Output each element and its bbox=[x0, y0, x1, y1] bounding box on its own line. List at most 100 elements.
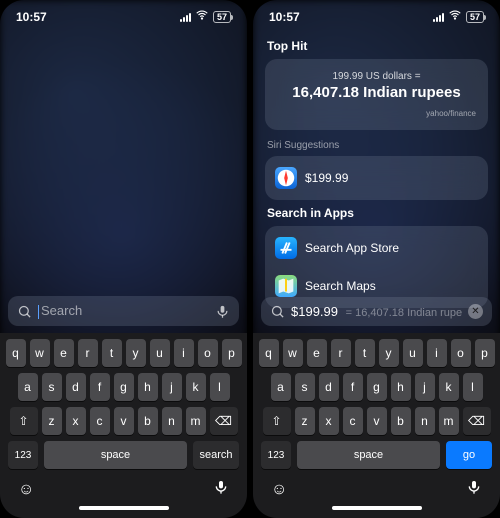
siri-suggestion-item[interactable]: $199.99 bbox=[269, 160, 484, 196]
search-hint: = 16,407.18 Indian rupees bbox=[346, 307, 462, 319]
search-key[interactable]: search bbox=[193, 441, 239, 469]
key-y[interactable]: y bbox=[379, 339, 399, 367]
key-p[interactable]: p bbox=[222, 339, 242, 367]
search-app-store-item[interactable]: Search App Store bbox=[269, 230, 484, 266]
keyboard-row-2: asdfghjkl bbox=[4, 373, 243, 401]
key-k[interactable]: k bbox=[439, 373, 459, 401]
battery-icon: 57 bbox=[213, 11, 231, 23]
top-hit-card[interactable]: 199.99 US dollars = 16,407.18 Indian rup… bbox=[265, 59, 488, 130]
key-j[interactable]: j bbox=[415, 373, 435, 401]
key-n[interactable]: n bbox=[415, 407, 435, 435]
key-u[interactable]: u bbox=[403, 339, 423, 367]
key-s[interactable]: s bbox=[42, 373, 62, 401]
keyboard-row-1: qwertyuiop bbox=[4, 339, 243, 367]
top-hit-title: Top Hit bbox=[267, 39, 486, 53]
key-s[interactable]: s bbox=[295, 373, 315, 401]
key-v[interactable]: v bbox=[114, 407, 134, 435]
key-p[interactable]: p bbox=[475, 339, 495, 367]
search-icon bbox=[270, 304, 285, 319]
home-indicator[interactable] bbox=[79, 506, 169, 510]
clear-icon[interactable]: ✕ bbox=[468, 304, 483, 319]
key-d[interactable]: d bbox=[66, 373, 86, 401]
keyboard-row-1: qwertyuiop bbox=[257, 339, 496, 367]
key-g[interactable]: g bbox=[114, 373, 134, 401]
dictate-icon[interactable] bbox=[215, 304, 230, 319]
keyboard-row-3: ⇧ zxcvbnm ⌫ bbox=[4, 407, 243, 435]
key-t[interactable]: t bbox=[102, 339, 122, 367]
space-key[interactable]: space bbox=[297, 441, 440, 469]
status-bar: 10:57 57 bbox=[253, 0, 500, 27]
emoji-icon[interactable]: ☺ bbox=[18, 481, 34, 499]
key-x[interactable]: x bbox=[319, 407, 339, 435]
backspace-key[interactable]: ⌫ bbox=[210, 407, 238, 435]
key-a[interactable]: a bbox=[18, 373, 38, 401]
key-c[interactable]: c bbox=[90, 407, 110, 435]
space-key[interactable]: space bbox=[44, 441, 187, 469]
siri-suggestions-title: Siri Suggestions bbox=[267, 140, 486, 151]
keyboard: qwertyuiop asdfghjkl ⇧ zxcvbnm ⌫ 123 spa… bbox=[0, 333, 247, 518]
emoji-icon[interactable]: ☺ bbox=[271, 481, 287, 499]
key-m[interactable]: m bbox=[439, 407, 459, 435]
key-l[interactable]: l bbox=[463, 373, 483, 401]
home-indicator[interactable] bbox=[332, 506, 422, 510]
appstore-icon bbox=[275, 237, 297, 259]
key-i[interactable]: i bbox=[427, 339, 447, 367]
key-a[interactable]: a bbox=[271, 373, 291, 401]
key-x[interactable]: x bbox=[66, 407, 86, 435]
keyboard: qwertyuiop asdfghjkl ⇧ zxcvbnm ⌫ 123 spa… bbox=[253, 333, 500, 518]
search-in-apps-label: Search Maps bbox=[305, 279, 376, 293]
signal-icon bbox=[433, 12, 444, 22]
shift-key[interactable]: ⇧ bbox=[263, 407, 291, 435]
key-m[interactable]: m bbox=[186, 407, 206, 435]
key-y[interactable]: y bbox=[126, 339, 146, 367]
search-in-apps-label: Search App Store bbox=[305, 241, 399, 255]
top-hit-result: 16,407.18 Indian rupees bbox=[277, 84, 476, 101]
backspace-key[interactable]: ⌫ bbox=[463, 407, 491, 435]
go-key[interactable]: go bbox=[446, 441, 492, 469]
key-f[interactable]: f bbox=[343, 373, 363, 401]
key-r[interactable]: r bbox=[331, 339, 351, 367]
key-i[interactable]: i bbox=[174, 339, 194, 367]
siri-suggestion-label: $199.99 bbox=[305, 171, 348, 185]
spotlight-search-field[interactable]: $199.99 = 16,407.18 Indian rupees ✕ bbox=[261, 297, 492, 326]
numbers-key[interactable]: 123 bbox=[261, 441, 291, 469]
key-j[interactable]: j bbox=[162, 373, 182, 401]
key-v[interactable]: v bbox=[367, 407, 387, 435]
key-e[interactable]: e bbox=[54, 339, 74, 367]
key-q[interactable]: q bbox=[6, 339, 26, 367]
search-in-apps-title: Search in Apps bbox=[267, 206, 486, 220]
key-g[interactable]: g bbox=[367, 373, 387, 401]
key-w[interactable]: w bbox=[283, 339, 303, 367]
phone-left: 10:57 57 Search qwertyuiop bbox=[0, 0, 247, 518]
key-b[interactable]: b bbox=[138, 407, 158, 435]
key-e[interactable]: e bbox=[307, 339, 327, 367]
key-k[interactable]: k bbox=[186, 373, 206, 401]
keyboard-mic-icon[interactable] bbox=[213, 479, 229, 500]
key-h[interactable]: h bbox=[138, 373, 158, 401]
search-placeholder: Search bbox=[41, 303, 82, 318]
key-z[interactable]: z bbox=[42, 407, 62, 435]
key-q[interactable]: q bbox=[259, 339, 279, 367]
battery-icon: 57 bbox=[466, 11, 484, 23]
shift-key[interactable]: ⇧ bbox=[10, 407, 38, 435]
key-n[interactable]: n bbox=[162, 407, 182, 435]
key-d[interactable]: d bbox=[319, 373, 339, 401]
key-h[interactable]: h bbox=[391, 373, 411, 401]
key-t[interactable]: t bbox=[355, 339, 375, 367]
keyboard-mic-icon[interactable] bbox=[466, 479, 482, 500]
status-bar: 10:57 57 bbox=[0, 0, 247, 27]
numbers-key[interactable]: 123 bbox=[8, 441, 38, 469]
key-w[interactable]: w bbox=[30, 339, 50, 367]
key-b[interactable]: b bbox=[391, 407, 411, 435]
key-u[interactable]: u bbox=[150, 339, 170, 367]
key-f[interactable]: f bbox=[90, 373, 110, 401]
key-c[interactable]: c bbox=[343, 407, 363, 435]
key-r[interactable]: r bbox=[78, 339, 98, 367]
key-l[interactable]: l bbox=[210, 373, 230, 401]
signal-icon bbox=[180, 12, 191, 22]
key-z[interactable]: z bbox=[295, 407, 315, 435]
key-o[interactable]: o bbox=[198, 339, 218, 367]
spotlight-search-field[interactable]: Search bbox=[8, 296, 239, 326]
key-o[interactable]: o bbox=[451, 339, 471, 367]
wifi-icon bbox=[448, 8, 462, 25]
